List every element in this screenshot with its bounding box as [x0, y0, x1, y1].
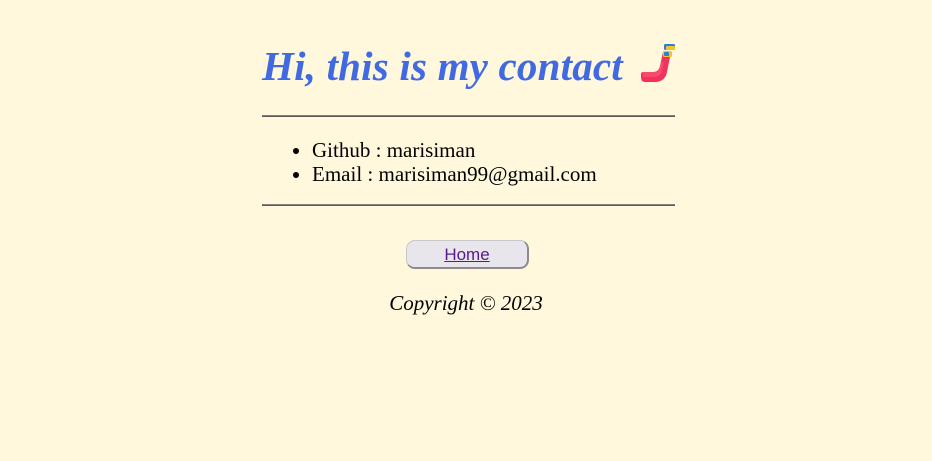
copyright-text: Copyright © 2023 — [389, 291, 543, 315]
telephone-receiver-icon — [637, 42, 681, 86]
email-label: Email — [312, 162, 363, 186]
email-separator: : — [367, 162, 374, 186]
page-header: Hi, this is my contact — [262, 40, 681, 92]
github-label: Github — [312, 138, 371, 162]
home-link[interactable]: Home — [444, 245, 489, 264]
list-item-github: Github : marisiman — [312, 138, 597, 162]
list-item-email: Email : marisiman99@gmail.com — [312, 162, 597, 186]
page-title: Hi, this is my contact — [262, 43, 623, 89]
github-separator: : — [375, 138, 382, 162]
github-value: marisiman — [386, 138, 476, 162]
email-value: marisiman99@gmail.com — [378, 162, 597, 186]
bottom-divider — [262, 204, 675, 206]
home-button[interactable]: Home — [406, 240, 529, 269]
contact-list: Github : marisiman Email : marisiman99@g… — [262, 138, 597, 186]
top-divider — [262, 115, 675, 117]
